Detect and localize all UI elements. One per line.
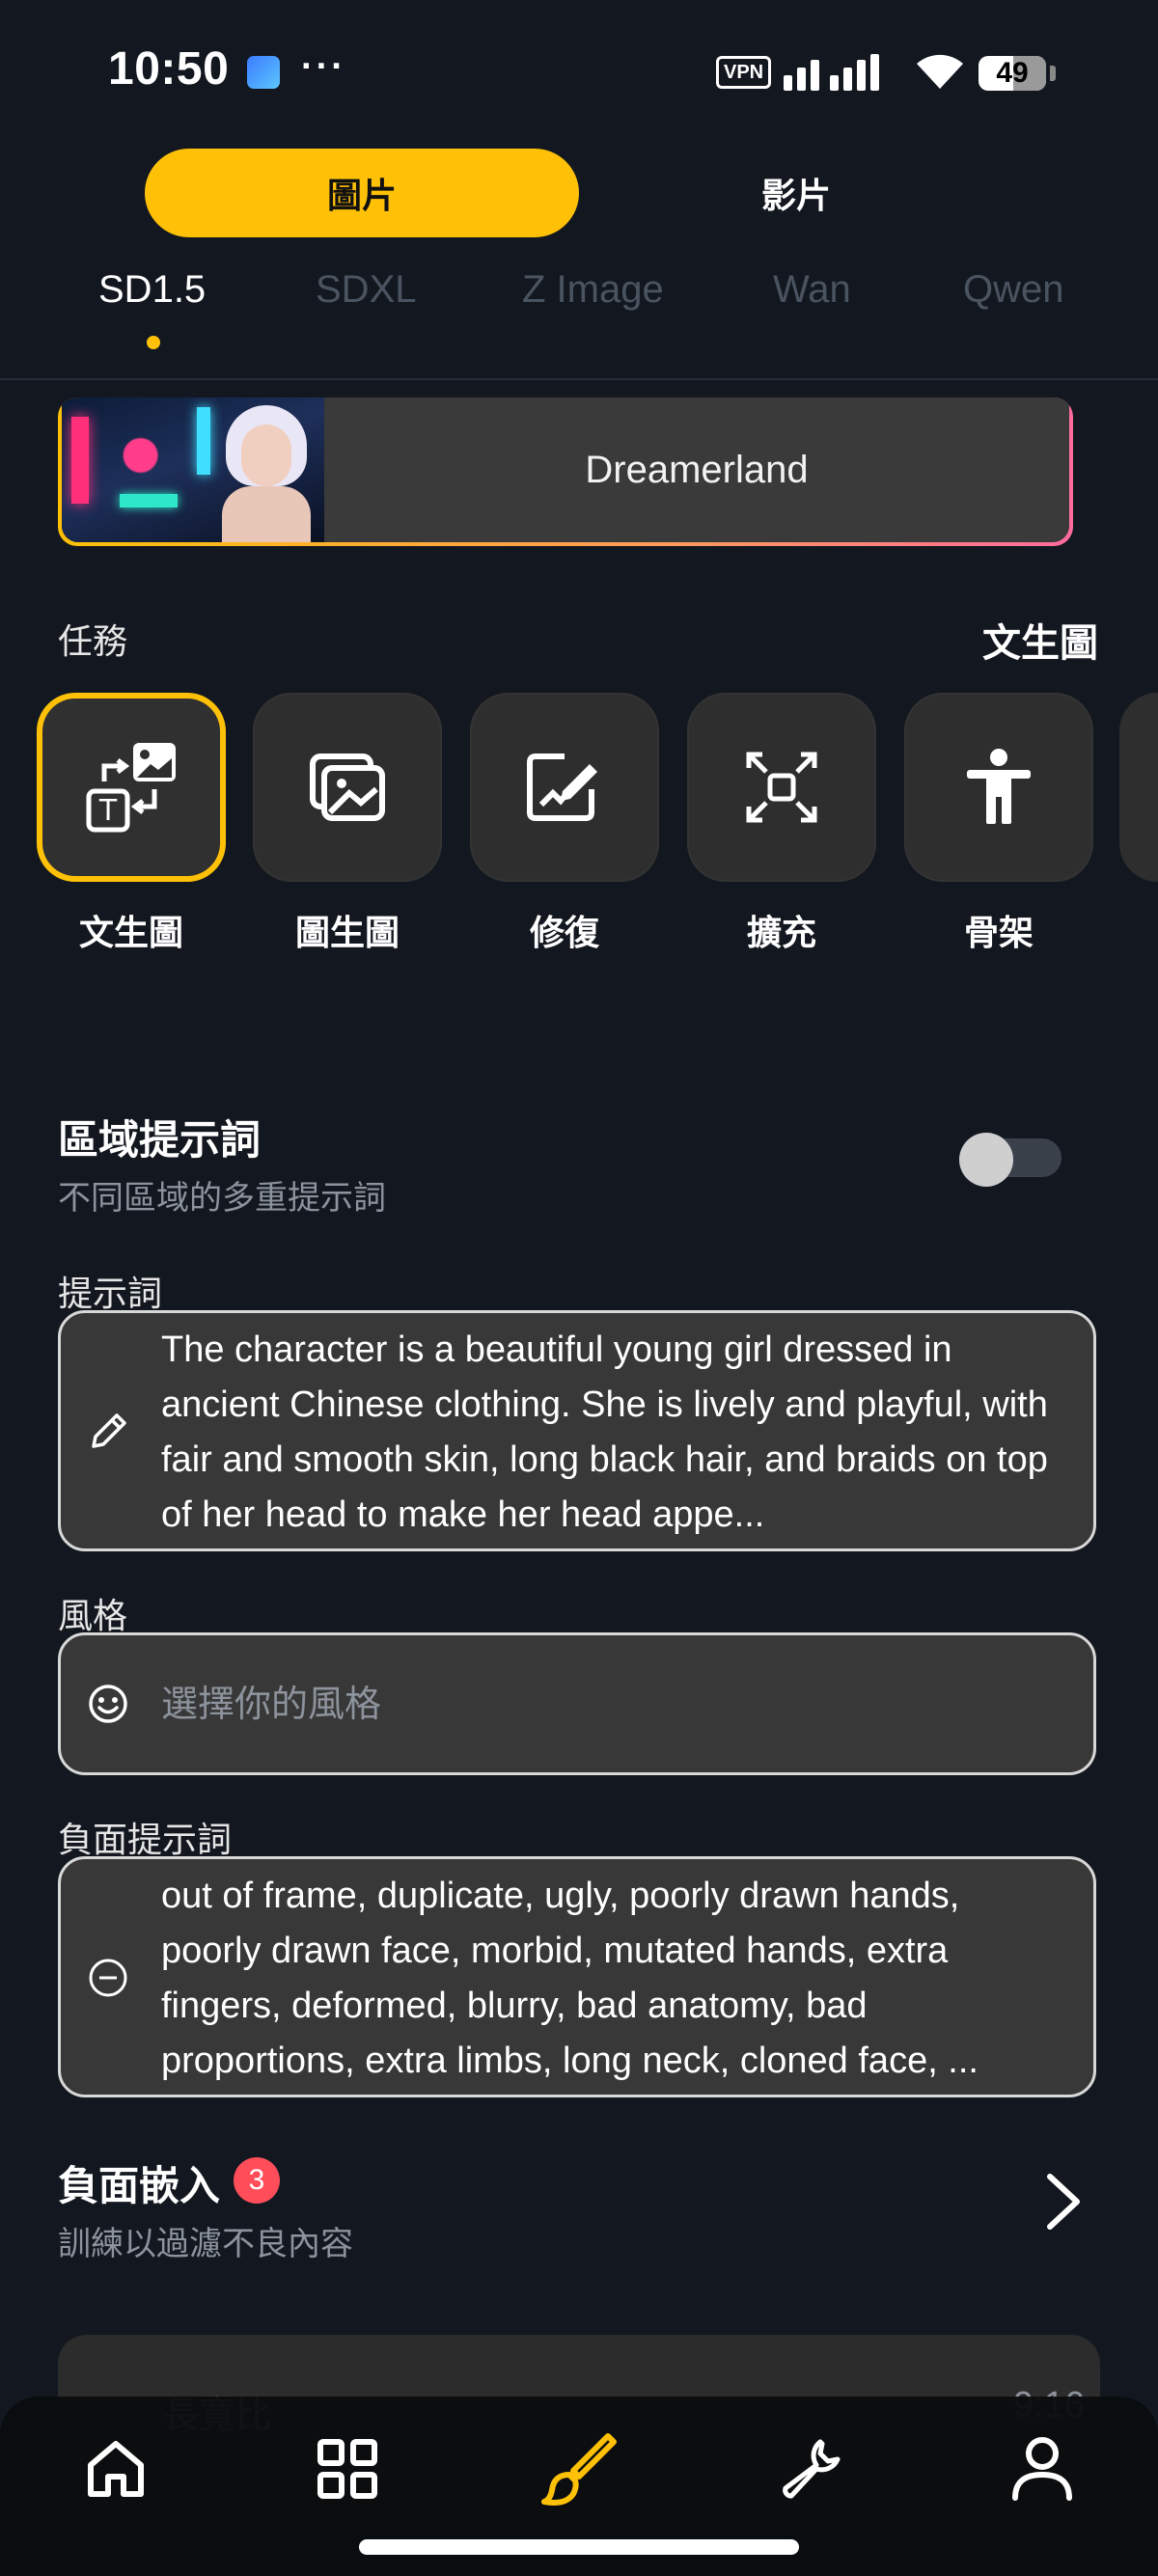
toggle-knob <box>959 1133 1013 1187</box>
nav-home[interactable] <box>72 2425 159 2512</box>
negative-prompt-text: out of frame, duplicate, ugly, poorly dr… <box>161 1876 979 2081</box>
text-to-image-icon: T <box>86 743 176 833</box>
negative-embedding-subtitle: 訓練以過濾不良內容 <box>58 2226 353 2262</box>
style-placeholder: 選擇你的風格 <box>161 1685 382 1725</box>
smiley-icon <box>89 1685 127 1723</box>
brush-icon <box>541 2433 617 2506</box>
tab-wan[interactable]: Wan <box>773 268 851 312</box>
svg-text:T: T <box>98 794 118 828</box>
minus-circle-icon <box>89 1959 127 1997</box>
nav-gallery[interactable] <box>304 2425 391 2512</box>
negative-embedding-count-badge: 3 <box>234 2157 280 2204</box>
grid-icon <box>317 2439 377 2499</box>
battery-indicator: 49 <box>979 56 1046 91</box>
regional-prompts-subtitle: 不同區域的多重提示詞 <box>58 1180 386 1217</box>
task-inpaint[interactable] <box>470 693 659 882</box>
home-icon <box>88 2441 144 2497</box>
prompt-field[interactable]: The character is a beautiful young girl … <box>58 1310 1096 1551</box>
nav-tools[interactable] <box>767 2425 854 2512</box>
task-label-text-to-image: 文生圖 <box>78 913 183 952</box>
task-more-tile[interactable] <box>1119 693 1158 882</box>
negative-prompt-label: 負面提示詞 <box>58 1820 233 1859</box>
status-time: 10:50 <box>108 43 230 95</box>
wifi-icon <box>917 54 963 89</box>
task-image-to-image[interactable] <box>253 693 442 882</box>
task-label-inpaint: 修復 <box>529 913 599 952</box>
prompt-text: The character is a beautiful young girl … <box>161 1329 1048 1535</box>
selected-task-name: 文生圖 <box>982 622 1098 665</box>
negative-embedding-title[interactable]: 負面嵌入 <box>58 2153 220 2212</box>
task-label-image-to-image: 圖生圖 <box>294 913 400 952</box>
chevron-right-icon[interactable] <box>1042 2171 1085 2233</box>
style-field[interactable]: 選擇你的風格 <box>58 1632 1096 1775</box>
profile-icon <box>1012 2437 1072 2501</box>
task-label-outpaint: 擴充 <box>746 913 816 952</box>
task-section-label: 任務 <box>58 621 128 661</box>
image-mode-button[interactable]: 圖片 <box>145 149 579 237</box>
task-outpaint[interactable] <box>687 693 876 882</box>
tab-sd15[interactable]: SD1.5 <box>98 268 206 312</box>
model-card[interactable]: Dreamerland <box>58 397 1073 546</box>
task-label-pose: 骨架 <box>963 913 1034 952</box>
outpaint-icon <box>746 752 817 823</box>
battery-tip <box>1050 66 1056 81</box>
task-text-to-image[interactable]: T <box>37 693 226 882</box>
pose-icon <box>967 749 1031 824</box>
app-notification-icon <box>247 56 280 89</box>
home-indicator <box>359 2539 799 2555</box>
task-pose[interactable] <box>904 693 1093 882</box>
wrench-icon <box>783 2439 841 2499</box>
model-thumbnail <box>62 397 324 542</box>
video-mode-button[interactable]: 影片 <box>651 149 941 237</box>
negative-prompt-field[interactable]: out of frame, duplicate, ugly, poorly dr… <box>58 1856 1096 2097</box>
regional-prompts-toggle[interactable] <box>959 1133 1062 1187</box>
prompt-label: 提示詞 <box>58 1274 163 1313</box>
nav-profile[interactable] <box>999 2425 1086 2512</box>
more-notifications-icon: ··· <box>301 46 346 87</box>
regional-prompts-title: 區域提示詞 <box>58 1117 262 1163</box>
model-name: Dreamerland <box>585 448 809 491</box>
image-to-image-icon <box>310 754 385 821</box>
active-tab-indicator <box>147 336 160 349</box>
tab-z-image[interactable]: Z Image <box>522 268 664 312</box>
vpn-badge: VPN <box>716 56 772 89</box>
inpaint-icon <box>527 754 597 821</box>
style-label: 風格 <box>58 1596 128 1635</box>
pencil-icon <box>92 1413 126 1448</box>
nav-create[interactable] <box>536 2425 622 2512</box>
signal-icon <box>784 54 879 91</box>
tab-sdxl[interactable]: SDXL <box>316 268 417 312</box>
tab-divider <box>0 378 1158 380</box>
tab-qwen[interactable]: Qwen <box>963 268 1064 312</box>
